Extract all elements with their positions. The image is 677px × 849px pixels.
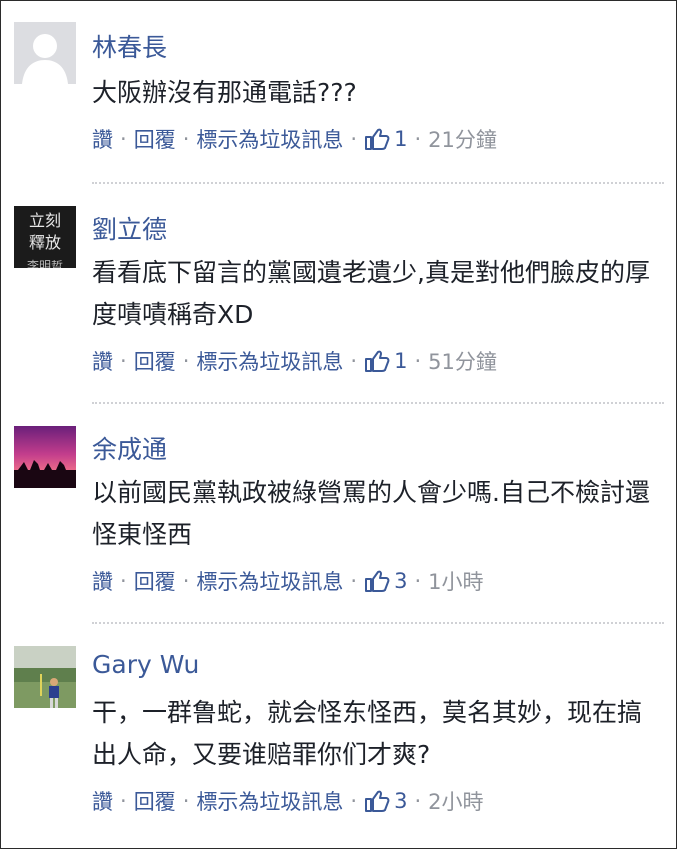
comment: Gary Wu 干，一群鲁蛇，就会怪东怪西，莫名其妙，现在搞出人命，又要谁赔罪你… bbox=[0, 646, 677, 842]
avatar-text-line: 立刻 bbox=[29, 211, 61, 230]
separator: · bbox=[120, 569, 127, 593]
like-count[interactable]: 3 bbox=[394, 789, 407, 813]
like-count[interactable]: 1 bbox=[394, 127, 407, 151]
thumbs-up-icon[interactable] bbox=[364, 349, 390, 373]
separator: · bbox=[120, 127, 127, 151]
comment: 林春長 大阪辦沒有那通電話??? 讚 · 回覆 · 標示為垃圾訊息 · 1 · … bbox=[0, 22, 677, 182]
comment-actions: 讚 · 回覆 · 標示為垃圾訊息 · 3 · 1小時 bbox=[92, 566, 484, 596]
mark-spam-button[interactable]: 標示為垃圾訊息 bbox=[196, 786, 343, 816]
mark-spam-button[interactable]: 標示為垃圾訊息 bbox=[196, 346, 343, 376]
avatar-text-line: 李明哲 bbox=[27, 258, 63, 268]
separator: · bbox=[120, 349, 127, 373]
comment-divider bbox=[92, 402, 664, 404]
comment-text: 以前國民黨執政被綠營罵的人會少嗎.自己不檢討還怪東怪西 bbox=[92, 478, 650, 549]
default-avatar-silhouette-icon bbox=[14, 22, 76, 84]
thumbs-up-icon[interactable] bbox=[364, 789, 390, 813]
comment-text: 看看底下留言的黨國遺老遺少,真是對他們臉皮的厚度嘖嘖稱奇XD bbox=[92, 258, 650, 329]
reply-button[interactable]: 回覆 bbox=[134, 786, 176, 816]
comment-divider bbox=[92, 622, 664, 624]
thumbs-up-icon[interactable] bbox=[364, 569, 390, 593]
like-button[interactable]: 讚 bbox=[92, 786, 113, 816]
like-count[interactable]: 1 bbox=[394, 349, 407, 373]
avatar[interactable] bbox=[14, 22, 76, 84]
mark-spam-button[interactable]: 標示為垃圾訊息 bbox=[196, 566, 343, 596]
separator: · bbox=[350, 127, 358, 151]
separator: · bbox=[182, 349, 190, 373]
sunset-photo-avatar bbox=[14, 426, 76, 488]
separator: · bbox=[350, 349, 358, 373]
separator: · bbox=[350, 789, 358, 813]
reply-button[interactable]: 回覆 bbox=[134, 566, 176, 596]
like-button[interactable]: 讚 bbox=[92, 566, 113, 596]
separator: · bbox=[350, 569, 358, 593]
mark-spam-button[interactable]: 標示為垃圾訊息 bbox=[196, 124, 343, 154]
separator: · bbox=[414, 127, 422, 151]
separator: · bbox=[414, 569, 422, 593]
avatar-text-line: 釋放 bbox=[29, 233, 61, 252]
comment: 立刻 釋放 李明哲 劉立德 看看底下留言的黨國遺老遺少,真是對他們臉皮的厚度嘖嘖… bbox=[0, 206, 677, 402]
comment-author[interactable]: 劉立德 bbox=[92, 210, 167, 246]
comment: 余成通 以前國民黨執政被綠營罵的人會少嗎.自己不檢討還怪東怪西 讚 · 回覆 ·… bbox=[0, 426, 677, 622]
comment-author[interactable]: Gary Wu bbox=[92, 650, 199, 679]
timestamp[interactable]: 21分鐘 bbox=[428, 124, 497, 154]
avatar[interactable]: 立刻 釋放 李明哲 bbox=[14, 206, 76, 268]
separator: · bbox=[182, 127, 190, 151]
reply-button[interactable]: 回覆 bbox=[134, 346, 176, 376]
comment-divider bbox=[92, 182, 664, 184]
text-tile-avatar: 立刻 釋放 李明哲 bbox=[14, 206, 76, 268]
separator: · bbox=[182, 569, 190, 593]
comment-author[interactable]: 余成通 bbox=[92, 430, 167, 466]
comment-text: 大阪辦沒有那通電話??? bbox=[92, 78, 357, 107]
timestamp[interactable]: 51分鐘 bbox=[428, 346, 497, 376]
timestamp[interactable]: 2小時 bbox=[428, 786, 483, 816]
like-button[interactable]: 讚 bbox=[92, 346, 113, 376]
comment-actions: 讚 · 回覆 · 標示為垃圾訊息 · 1 · 21分鐘 bbox=[92, 124, 497, 154]
avatar[interactable] bbox=[14, 646, 76, 708]
separator: · bbox=[120, 789, 127, 813]
thumbs-up-icon[interactable] bbox=[364, 127, 390, 151]
like-count[interactable]: 3 bbox=[394, 569, 407, 593]
separator: · bbox=[414, 789, 422, 813]
avatar[interactable] bbox=[14, 426, 76, 488]
reply-button[interactable]: 回覆 bbox=[134, 124, 176, 154]
golf-photo-avatar bbox=[14, 646, 76, 708]
like-button[interactable]: 讚 bbox=[92, 124, 113, 154]
comment-author[interactable]: 林春長 bbox=[92, 28, 167, 64]
separator: · bbox=[182, 789, 190, 813]
comment-actions: 讚 · 回覆 · 標示為垃圾訊息 · 1 · 51分鐘 bbox=[92, 346, 497, 376]
comment-text: 干，一群鲁蛇，就会怪东怪西，莫名其妙，现在搞出人命，又要谁赔罪你们才爽? bbox=[92, 698, 643, 769]
separator: · bbox=[414, 349, 422, 373]
timestamp[interactable]: 1小時 bbox=[428, 566, 483, 596]
comment-actions: 讚 · 回覆 · 標示為垃圾訊息 · 3 · 2小時 bbox=[92, 786, 484, 816]
